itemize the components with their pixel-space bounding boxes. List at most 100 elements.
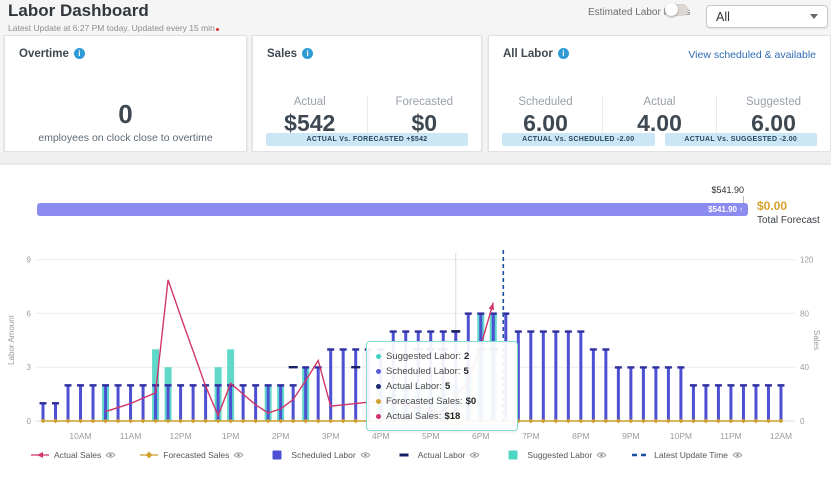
chart-legend: Actual Sales Forecasted Sales Scheduled La… — [30, 450, 743, 460]
eye-icon[interactable] — [596, 451, 607, 459]
eye-icon[interactable] — [105, 451, 116, 459]
estimated-labor-hours-toggle[interactable] — [665, 3, 688, 16]
scheduled-bar — [616, 367, 620, 421]
left-axis-tick: 6 — [27, 309, 32, 318]
tooltip-label: Scheduled Labor: — [386, 366, 461, 377]
tooltip-bullet — [376, 414, 381, 419]
forecast-point — [766, 418, 771, 424]
left-axis-title: Labor Amount — [7, 314, 16, 365]
labor-scheduled-col: Scheduled 6.00 — [489, 96, 602, 137]
labor-suggested-label: Suggested — [746, 96, 801, 108]
tooltip-row: Suggested Labor: 2 — [376, 349, 508, 364]
scheduled-bar-cap — [564, 330, 572, 333]
page-title: Labor Dashboard — [8, 1, 149, 20]
legend-item-latest-update-time[interactable]: Latest Update Time — [630, 450, 743, 460]
sales-compare-badge: ACTUAL Vs. FORECASTED +$542 — [266, 133, 468, 146]
tooltip-label: Suggested Labor: — [386, 351, 462, 362]
forecast-point — [590, 418, 596, 424]
scheduled-bar-cap — [739, 384, 747, 387]
x-axis-tick: 12PM — [169, 431, 191, 441]
x-axis-tick: 6PM — [472, 431, 489, 441]
scheduled-bar-cap — [427, 330, 435, 333]
scheduled-bar — [229, 385, 233, 421]
scheduled-bar-cap — [514, 330, 522, 333]
info-icon[interactable]: i — [73, 48, 85, 59]
scheduled-bar-cap — [614, 366, 622, 369]
scheduled-bar — [741, 385, 745, 421]
scheduled-bar-cap — [339, 348, 347, 351]
overtime-count: 0 — [118, 99, 133, 129]
tooltip-value: $0 — [465, 396, 477, 407]
dashed-line-marker — [632, 453, 649, 457]
legend-item-actual-sales[interactable]: Actual Sales — [30, 450, 116, 460]
scheduled-bar-cap — [64, 384, 72, 387]
right-axis-tick: 40 — [800, 363, 809, 372]
legend-item-scheduled-labor[interactable]: Scheduled Labor — [267, 450, 371, 460]
scheduled-bar-cap — [277, 384, 285, 387]
legend-item-actual-labor[interactable]: Actual Labor — [394, 450, 481, 460]
left-axis-tick: 3 — [27, 363, 32, 372]
tooltip-label: Actual Sales: — [386, 411, 442, 422]
forecast-point — [778, 418, 784, 424]
view-scheduled-available-link[interactable]: View scheduled & available — [688, 49, 816, 61]
sales-card: Sales i Actual $542 Forecasted $0 ACTUAL … — [252, 35, 482, 152]
scheduled-bar — [191, 385, 195, 421]
forecast-point — [78, 418, 83, 424]
scheduled-bar — [529, 331, 533, 421]
scheduled-bar — [604, 349, 608, 421]
eye-icon[interactable] — [360, 451, 371, 459]
scheduled-bar-cap — [552, 330, 560, 333]
scheduled-bar-cap — [52, 402, 60, 405]
legend-label: Actual Sales — [54, 450, 102, 460]
scheduled-bar-cap — [627, 366, 635, 369]
overtime-card: Overtime i 0 employees on clock close to … — [4, 35, 247, 164]
forecast-point — [665, 418, 671, 424]
scheduled-bar-cap — [714, 384, 722, 387]
scheduled-bar — [241, 385, 245, 421]
tooltip-label: Forecasted Sales: — [386, 396, 463, 407]
scheduled-bar — [579, 331, 583, 421]
scheduled-bar-cap — [577, 330, 585, 333]
diamond-line-marker — [140, 451, 159, 459]
x-axis-tick: 8PM — [572, 431, 589, 441]
scheduled-bar — [629, 367, 633, 421]
total-forecast-value: $0.00 — [757, 199, 788, 213]
scheduled-bar-cap — [677, 366, 685, 369]
scheduled-bar — [354, 349, 358, 421]
labor-actual-label: Actual — [643, 96, 676, 108]
tooltip-value: $18 — [444, 411, 461, 422]
scheduled-bar — [316, 367, 320, 421]
scheduled-bar — [166, 385, 170, 421]
labor-dashboard-app: Labor Dashboard Latest Update at 6:27 PM… — [0, 0, 831, 494]
filter-dropdown-value: All — [716, 9, 730, 24]
overtime-card-title: Overtime i — [19, 48, 85, 60]
scheduled-bar-cap — [114, 384, 122, 387]
forecast-point — [140, 418, 146, 424]
forecast-point — [653, 418, 659, 424]
scheduled-bar — [691, 385, 695, 421]
eye-icon[interactable] — [233, 451, 244, 459]
scheduled-bar — [66, 385, 70, 421]
eye-icon[interactable] — [469, 451, 480, 459]
scheduled-bar — [591, 349, 595, 421]
x-axis-tick: 9PM — [622, 431, 639, 441]
sales-actual-col: Actual $542 — [253, 96, 367, 137]
info-icon[interactable]: i — [302, 48, 314, 59]
scheduled-bar — [554, 331, 558, 421]
total-forecast-caption: Total Forecast — [757, 215, 820, 226]
square-marker — [272, 450, 282, 460]
tooltip-label: Actual Labor: — [386, 381, 442, 392]
scheduled-bar-cap — [152, 384, 160, 387]
scheduled-bar-cap — [102, 384, 110, 387]
scheduled-bar — [641, 367, 645, 421]
legend-item-forecasted-sales[interactable]: Forecasted Sales — [139, 450, 244, 460]
eye-icon[interactable] — [732, 451, 743, 459]
legend-item-suggested-labor[interactable]: Suggested Labor — [503, 450, 607, 460]
forecast-point — [565, 418, 571, 424]
scheduled-bar-cap — [352, 348, 360, 351]
scheduled-bar — [729, 385, 733, 421]
info-icon[interactable]: i — [557, 48, 569, 59]
tooltip-bullet — [376, 369, 381, 374]
actual-labor-dash — [288, 366, 298, 369]
filter-dropdown[interactable]: All — [706, 5, 828, 28]
